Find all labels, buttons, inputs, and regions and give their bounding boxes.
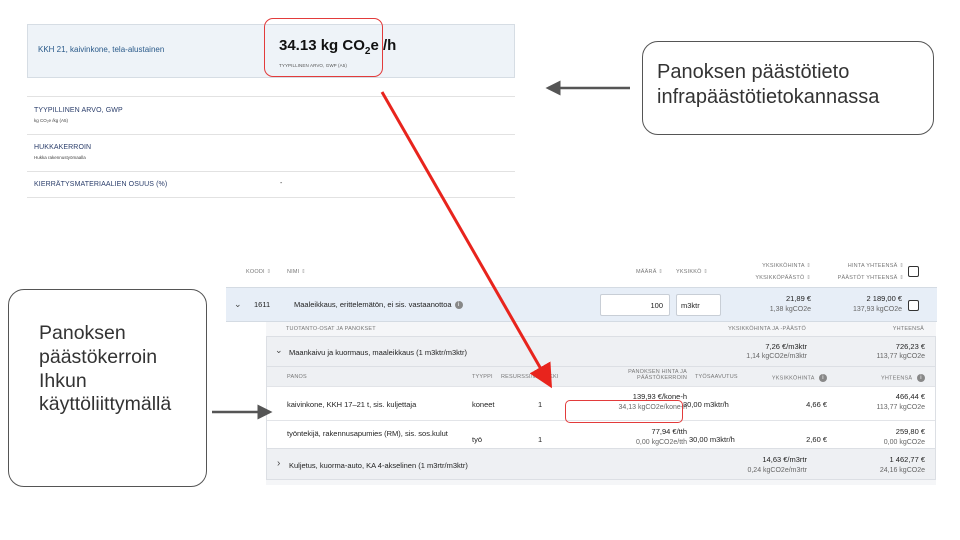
input-price: 77,94 €/tth — [651, 427, 687, 436]
input-unit-price: 4,66 € — [806, 400, 827, 409]
input-type: työ — [472, 435, 483, 444]
input-unit-price: 2,60 € — [806, 435, 827, 444]
production-part-header[interactable]: ⌄ Maankaivu ja kuormaus, maaleikkaus (1 … — [267, 337, 935, 367]
subheader-production-parts: TUOTANTO-OSAT JA PANOKSET — [286, 326, 376, 332]
input-total-emission: 0,00 kgCO2e — [883, 439, 925, 446]
production-parts-header: TUOTANTO-OSAT JA PANOKSET YKSIKKÖHINTA J… — [266, 322, 936, 336]
row-code: 1611 — [254, 300, 271, 309]
inputs-header-resource: RESURSSI/MENEKKI — [501, 374, 559, 380]
production-part-total-emission: 24,16 kgCO2e — [879, 467, 925, 474]
database-value-highlight — [264, 18, 383, 77]
production-part-total-emission: 113,77 kgCO2e — [876, 353, 925, 360]
inputs-header-type: TYYPPI — [472, 374, 493, 380]
inputs-header-price-factor: PANOKSEN HINTA JA PÄÄSTÖKERROIN — [628, 369, 687, 381]
database-item-name: KKH 21, kaivinkone, tela-alustainen — [38, 45, 165, 54]
callout-database-emission: Panoksen päästötieto infrapäästötietokan… — [642, 41, 934, 135]
column-header-total-price[interactable]: HINTA YHTEENSÄ ⇕ — [824, 263, 904, 269]
inputs-header-total: YHTEENSÄ i — [847, 374, 925, 382]
row-total-price: 2 189,00 € — [866, 294, 902, 303]
input-output: 30,00 m3ktr/h — [683, 400, 729, 409]
inputs-header-unit-price: YKSIKKÖHINTA i — [757, 374, 827, 382]
row-name: Maaleikkaus, erittelemätön, ei sis. vast… — [294, 300, 463, 310]
inputs-header-input: PANOS — [287, 374, 307, 380]
production-part-unit-emission: 0,24 kgCO2e/m3rtr — [747, 467, 807, 474]
chevron-down-icon[interactable]: ⌄ — [234, 299, 242, 310]
column-header-name[interactable]: NIMI ⇕ — [287, 269, 306, 275]
info-icon[interactable]: i — [819, 374, 827, 382]
subheader-total: YHTEENSÄ — [892, 326, 924, 332]
input-quantity: 1 — [538, 400, 543, 409]
input-total-price: 466,44 € — [895, 392, 925, 401]
unit-select[interactable]: m3ktr — [676, 294, 721, 316]
input-quantity: 1 — [538, 435, 543, 444]
column-header-unit-price[interactable]: YKSIKKÖHINTA ⇕ — [741, 263, 811, 269]
production-part-unit-price: 7,26 €/m3ktr — [765, 342, 807, 351]
input-name: kaivinkone, KKH 17–21 t, sis. kuljettaja — [287, 400, 417, 409]
row-unit-price: 21,89 € — [785, 294, 811, 303]
column-header-unit[interactable]: YKSIKKÖ ⇕ — [676, 269, 708, 275]
db-row-recycled-share-title: KIERRÄTYSMATERIAALIEN OSUUS (%) — [34, 181, 168, 188]
amount-input[interactable]: 100 — [600, 294, 670, 316]
divider — [27, 134, 515, 135]
emission-factor-highlight — [565, 400, 683, 423]
column-header-unit-emission[interactable]: YKSIKKÖPÄÄSTÖ ⇕ — [741, 275, 811, 281]
divider — [27, 197, 515, 198]
column-header-code[interactable]: KOODI ⇕ — [246, 269, 271, 275]
info-icon[interactable]: i — [917, 374, 925, 382]
chevron-right-icon[interactable]: › — [277, 458, 280, 469]
estimate-table: KOODI ⇕ NIMI ⇕ MÄÄRÄ ⇕ YKSIKKÖ ⇕ YKSIKKÖ… — [226, 255, 937, 485]
callout-ui-emission-factor: Panoksen päästökerroin Ihkun käyttöliitt… — [8, 289, 207, 487]
input-total-emission: 113,77 kgCO2e — [876, 404, 925, 411]
db-row-recycled-share-value: - — [280, 180, 283, 187]
select-all-checkbox[interactable] — [908, 266, 919, 277]
subheader-unit-price-emission: YKSIKKÖHINTA JA -PÄÄSTÖ — [728, 326, 806, 332]
input-name: työntekijä, rakennusapumies (RM), sis. s… — [287, 429, 448, 438]
production-part-unit-emission: 1,14 kgCO2e/m3ktr — [746, 353, 807, 360]
db-row-typical-gwp-unit: kg CO₂e /kg (A5) — [34, 118, 69, 123]
db-row-typical-gwp-title: TYYPILLINEN ARVO, GWP — [34, 107, 123, 114]
db-row-waste-factor-title: HUKKAKERROIN — [34, 144, 92, 151]
divider — [27, 96, 515, 97]
column-header-amount[interactable]: MÄÄRÄ ⇕ — [636, 269, 663, 275]
inputs-header: PANOS TYYPPI RESURSSI/MENEKKI PANOKSEN H… — [267, 367, 935, 387]
production-part-unit-price: 14,63 €/m3rtr — [762, 455, 807, 464]
input-total-price: 259,80 € — [895, 427, 925, 436]
row-total-emission: 137,93 kgCO2e — [852, 306, 902, 313]
table-row[interactable]: ⌄ 1611 Maaleikkaus, erittelemätön, ei si… — [226, 287, 937, 322]
divider — [27, 171, 515, 172]
production-part-total-price: 726,23 € — [895, 342, 925, 351]
db-row-waste-factor-sub: Hukka rakennustyömaalla — [34, 155, 86, 160]
input-emission-factor: 0,00 kgCO2e/tth — [636, 439, 687, 446]
production-part-name: Maankaivu ja kuormaus, maaleikkaus (1 m3… — [289, 348, 467, 357]
table-header: KOODI ⇕ NIMI ⇕ MÄÄRÄ ⇕ YKSIKKÖ ⇕ YKSIKKÖ… — [226, 255, 937, 287]
input-output: 30,00 m3ktr/h — [689, 435, 735, 444]
production-part-total-price: 1 462,77 € — [889, 455, 925, 464]
chevron-down-icon[interactable]: ⌄ — [275, 345, 283, 356]
row-unit-emission: 1,38 kgCO2e — [769, 306, 811, 313]
column-header-total-emission[interactable]: PÄÄSTÖT YHTEENSÄ ⇕ — [824, 275, 904, 281]
inputs-header-output: TYÖSAAVUTUS — [695, 374, 738, 380]
production-part-name: Kuljetus, kuorma-auto, KA 4-akselinen (1… — [289, 461, 468, 470]
info-icon[interactable]: i — [454, 301, 463, 310]
input-type: koneet — [472, 400, 495, 409]
row-select-checkbox[interactable] — [908, 300, 919, 311]
production-part-transport[interactable]: › Kuljetus, kuorma-auto, KA 4-akselinen … — [266, 448, 936, 480]
